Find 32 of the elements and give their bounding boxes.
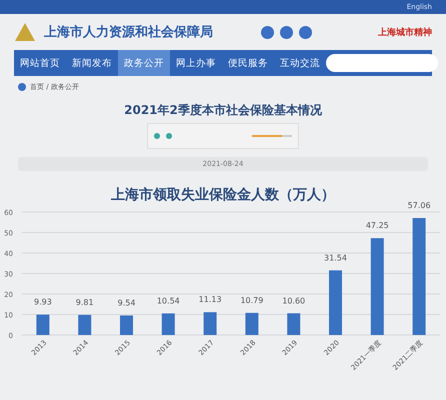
play-button[interactable] [154, 133, 160, 139]
site-title: 上海市人力资源和社会保障局 [44, 24, 213, 41]
bar [287, 313, 300, 335]
value-label: 9.81 [76, 298, 94, 307]
nav-tab[interactable]: 新闻发布 [66, 50, 118, 76]
stop-button[interactable] [166, 133, 172, 139]
value-label: 9.93 [34, 298, 52, 307]
value-label: 11.13 [198, 295, 222, 304]
value-label: 47.25 [366, 221, 389, 230]
value-label: 9.54 [118, 298, 136, 308]
bar [204, 312, 217, 335]
bar [36, 314, 50, 335]
value-label: 10.60 [282, 296, 306, 306]
nav-tab[interactable]: 网站首页 [14, 50, 66, 76]
nav-tab[interactable]: 互动交流 [274, 50, 326, 76]
article-title: 2021年2季度本市社会保险基本情况 [123, 102, 323, 119]
bar [245, 312, 258, 335]
logo-icon [14, 22, 36, 42]
value-label: 31.54 [324, 253, 347, 262]
value-label: 57.06 [408, 201, 431, 210]
bar [162, 313, 175, 335]
nav-tab[interactable]: 便民服务 [222, 50, 274, 76]
nav-tab[interactable]: 网上办事 [170, 50, 222, 76]
chart-title: 上海市领取失业保险金人数（万人） [111, 187, 335, 203]
bar [78, 314, 92, 335]
nav-tab[interactable]: 政务公开 [118, 50, 170, 76]
value-label: 10.54 [156, 296, 180, 306]
search-field[interactable] [326, 54, 438, 72]
value-label: 10.79 [240, 296, 264, 305]
bar [120, 315, 133, 335]
slogan: 上海城市精神 [378, 26, 432, 38]
bar [329, 270, 342, 335]
